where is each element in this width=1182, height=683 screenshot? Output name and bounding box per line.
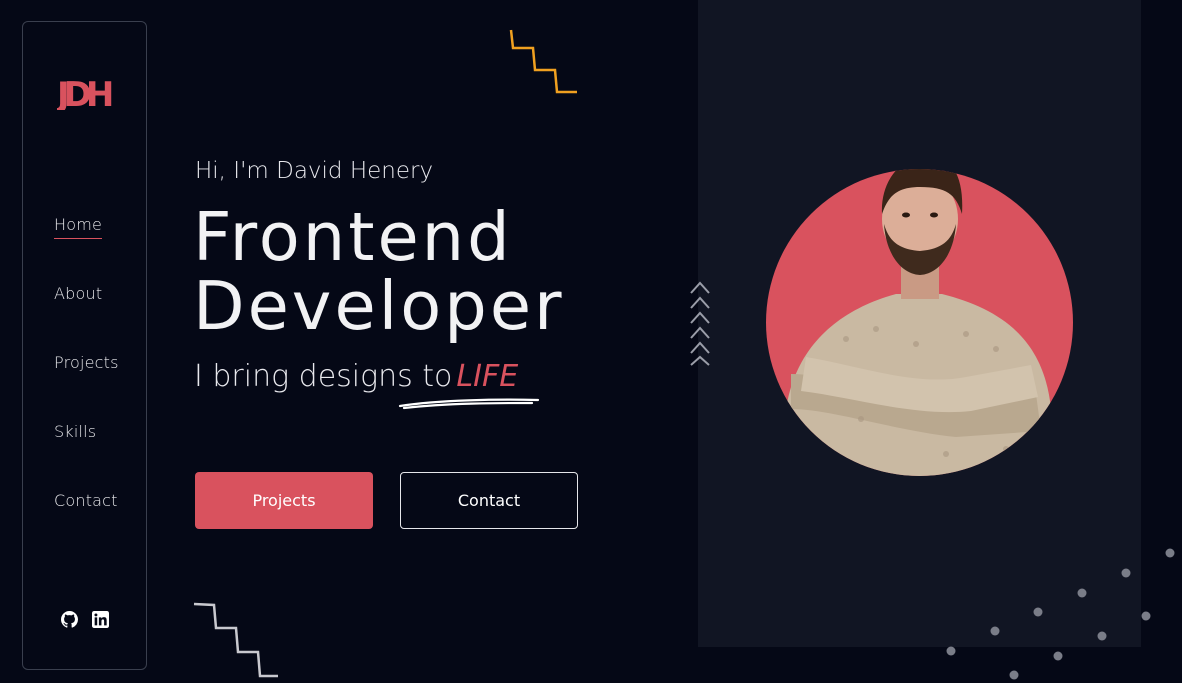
hero-title: Frontend Developer — [193, 203, 565, 341]
chevrons-up-icon — [690, 281, 710, 366]
linkedin-icon[interactable] — [92, 611, 109, 628]
greeting-text: Hi, I'm David Henery — [195, 158, 434, 184]
nav-item-about[interactable]: About — [54, 284, 102, 303]
tagline-text: I bring designs to — [194, 359, 453, 394]
contact-button[interactable]: Contact — [400, 472, 578, 529]
portfolio-page: JDH Home About Projects Skills Contact H… — [0, 0, 1182, 683]
projects-button[interactable]: Projects — [195, 472, 373, 529]
social-links — [61, 611, 109, 628]
profile-photo — [786, 169, 1051, 476]
dots-decoration — [946, 548, 1175, 680]
tagline: I bring designs to LIFE — [194, 359, 518, 394]
title-line-1: Frontend — [193, 198, 513, 276]
zigzag-decoration-bottom — [193, 602, 278, 678]
zigzag-decoration-top — [509, 29, 577, 94]
logo-text: JDH — [57, 75, 112, 110]
tagline-accent: LIFE — [456, 359, 519, 394]
nav-item-contact[interactable]: Contact — [54, 491, 118, 510]
profile-photo-circle — [766, 169, 1073, 476]
nav-item-home[interactable]: Home — [54, 215, 103, 239]
github-icon[interactable] — [61, 611, 78, 628]
underline-scribble — [398, 398, 540, 410]
logo[interactable]: JDH — [57, 74, 113, 110]
sidebar: JDH Home About Projects Skills Contact — [22, 21, 147, 670]
nav-item-projects[interactable]: Projects — [54, 353, 119, 372]
nav-item-skills[interactable]: Skills — [54, 422, 96, 441]
title-line-2: Developer — [193, 267, 565, 345]
